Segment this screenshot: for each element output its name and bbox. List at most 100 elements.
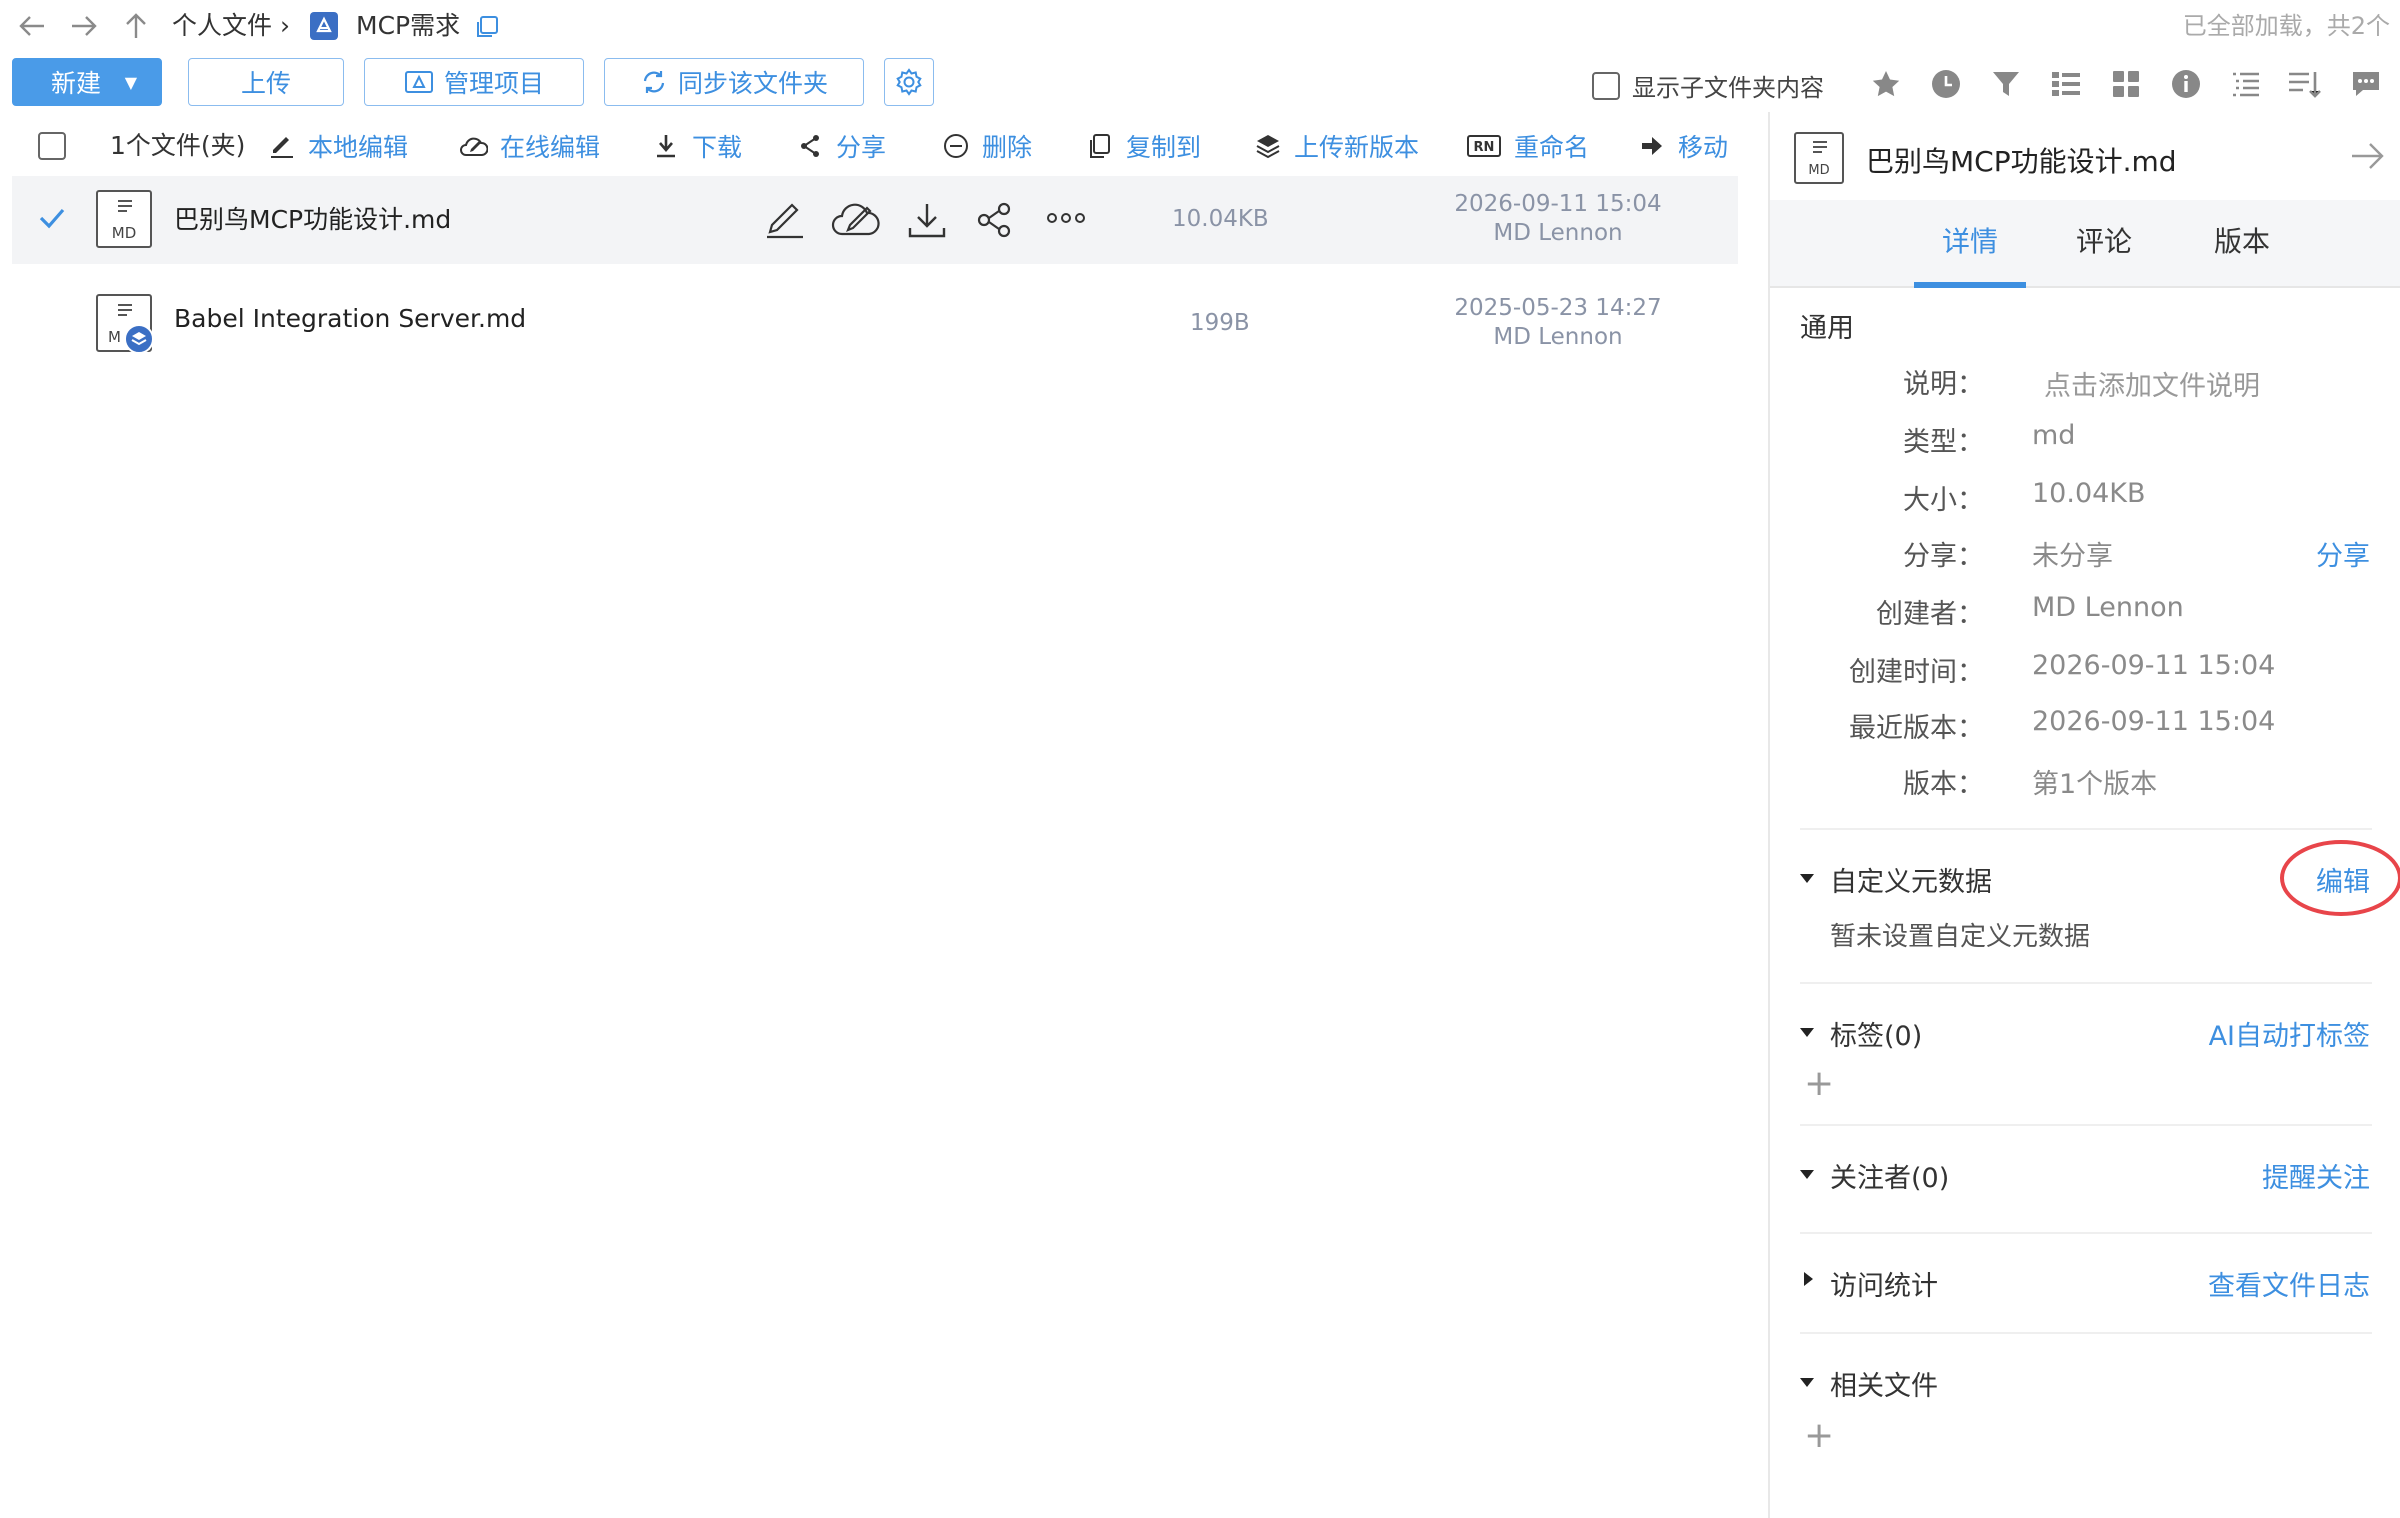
arrow-left-icon [19,16,44,36]
arrow-up-icon [126,13,146,38]
settings-button[interactable] [884,58,934,106]
recent-button[interactable] [1926,64,1966,104]
copy-to-action[interactable]: 复制到 [1086,126,1201,166]
up-button[interactable] [118,8,154,44]
outline-button[interactable] [2226,64,2266,104]
sort-button[interactable] [2284,64,2324,104]
tags-title[interactable]: 标签(0) [1830,1014,1922,1053]
back-button[interactable] [14,8,50,44]
copy-path-icon[interactable] [474,14,500,40]
info-button[interactable] [2166,64,2206,104]
collapse-caret-icon[interactable] [1800,1028,1814,1037]
row-share-button[interactable] [974,200,1016,240]
field-label: 说明： [1903,369,1984,400]
file-modified: 2025-05-23 14:27 MD Lennon [1438,294,1678,352]
details-panel: MD 巴别鸟MCP功能设计.md 详情 评论 版本 通用 说明： 点击添加文件说… [1768,112,2400,1518]
share-link[interactable]: 分享 [2316,534,2370,573]
close-panel-button[interactable] [2350,140,2386,172]
divider [1800,1232,2372,1234]
file-name[interactable]: 巴别鸟MCP功能设计.md [174,200,451,236]
filter-icon [1993,72,2019,96]
online-edit-icon [831,203,880,236]
comment-toggle-button[interactable] [2346,64,2386,104]
related-files-title[interactable]: 相关文件 [1830,1364,1938,1403]
gear-icon [896,68,922,96]
row-more-button[interactable] [1046,208,1086,228]
grid-view-button[interactable] [2106,64,2146,104]
file-name[interactable]: Babel Integration Server.md [174,304,526,333]
collapse-caret-icon[interactable] [1800,1170,1814,1179]
view-file-log-link[interactable]: 查看文件日志 [2208,1264,2370,1303]
show-subfolder-checkbox[interactable] [1592,71,1620,100]
list-view-button[interactable] [2046,64,2086,104]
tab-versions[interactable]: 版本 [2214,220,2270,260]
tab-comments[interactable]: 评论 [2076,220,2132,260]
delete-action[interactable]: 删除 [942,126,1032,166]
star-icon [1872,71,1900,97]
field-value: 10.04KB [2032,478,2146,509]
file-owner: MD Lennon [1493,324,1623,350]
share-action[interactable]: 分享 [796,126,886,166]
field-value: md [2032,420,2076,451]
add-related-file-icon[interactable]: + [1804,1418,1834,1454]
field-label: 类型： [1903,427,1984,458]
field-label: 创建者： [1876,599,1984,630]
remind-follow-link[interactable]: 提醒关注 [2262,1156,2370,1195]
field-value: 2026-09-11 15:04 [2032,706,2276,737]
file-date: 2026-09-11 15:04 [1454,191,1662,217]
file-owner: MD Lennon [1493,220,1623,246]
share-icon [977,202,1011,238]
field-value: 未分享 [2032,541,2113,572]
list-view-icon [2052,72,2080,96]
new-button[interactable]: 新建 ▼ [12,58,162,106]
followers-title[interactable]: 关注者(0) [1830,1156,1949,1195]
upload-button[interactable]: 上传 [188,58,344,106]
row-local-edit-button[interactable] [764,200,806,240]
add-tag-icon[interactable]: + [1804,1066,1834,1102]
svg-text:RN: RN [1474,140,1495,155]
online-edit-action[interactable]: 在线编辑 [460,126,600,166]
download-icon [652,132,680,160]
ai-tag-link[interactable]: AI自动打标签 [2209,1014,2370,1053]
move-action[interactable]: 移动 [1638,126,1728,166]
manage-project-button[interactable]: 管理项目 [364,58,584,106]
sync-icon [643,71,665,93]
download-label: 下载 [692,133,743,162]
collapse-caret-icon[interactable] [1800,874,1814,883]
description-field[interactable]: 点击添加文件说明 [2044,364,2260,403]
online-edit-icon [460,132,488,160]
row-online-edit-button[interactable] [830,200,880,240]
local-edit-action[interactable]: 本地编辑 [268,126,408,166]
sync-folder-button[interactable]: 同步该文件夹 [604,58,864,106]
custom-metadata-title[interactable]: 自定义元数据 [1830,860,1992,899]
expand-caret-icon[interactable] [1804,1272,1813,1286]
collapse-caret-icon[interactable] [1800,1378,1814,1387]
table-row[interactable]: M Babel Integration Server.md 199B 2025-… [12,280,1738,368]
manage-project-label: 管理项目 [443,69,544,98]
rename-action[interactable]: RN 重命名 [1466,126,1589,166]
breadcrumb-root[interactable]: 个人文件 › [172,8,290,44]
sort-icon [2289,72,2321,98]
tab-details[interactable]: 详情 [1942,220,1998,260]
divider [1800,982,2372,984]
md-file-icon: MD [1794,132,1844,184]
access-stats-title[interactable]: 访问统计 [1830,1264,1938,1303]
filter-button[interactable] [1986,64,2026,104]
custom-metadata-empty: 暂未设置自定义元数据 [1830,922,2091,952]
panel-file-name: 巴别鸟MCP功能设计.md [1866,145,2177,178]
upload-new-version-action[interactable]: 上传新版本 [1254,126,1419,166]
show-subfolder-label: 显示子文件夹内容 [1632,74,1824,102]
favorite-button[interactable] [1866,64,1906,104]
share-icon [796,132,824,160]
select-all-checkbox[interactable] [38,132,66,160]
download-action[interactable]: 下载 [652,126,742,166]
file-size: 10.04KB [1172,206,1269,232]
row-checked-icon[interactable] [38,206,66,230]
show-subfolder-toggle[interactable]: 显示子文件夹内容 [1592,68,1824,103]
caret-down-icon: ▼ [124,73,137,92]
forward-button[interactable] [66,8,102,44]
table-row[interactable]: MD 巴别鸟MCP功能设计.md 10.04KB 2026-09-11 15:0… [12,176,1738,264]
row-download-button[interactable] [906,200,948,240]
field-label: 分享： [1903,541,1984,572]
rename-icon: RN [1466,132,1502,160]
